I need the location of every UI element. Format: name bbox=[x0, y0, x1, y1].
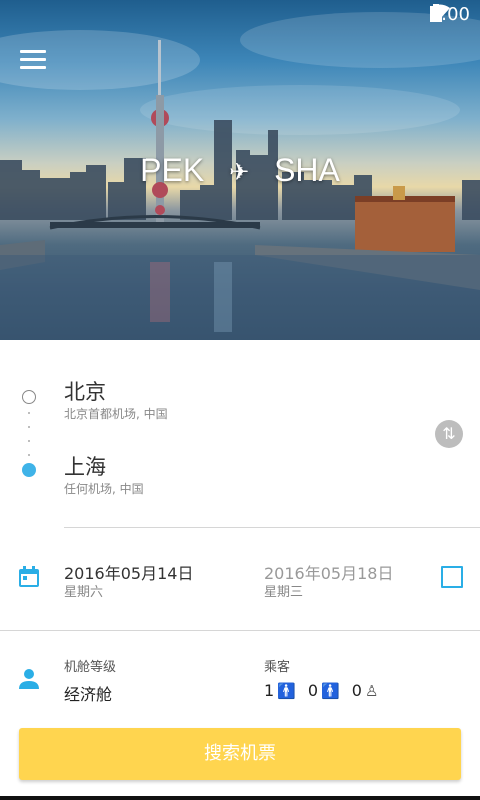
infant-count: 0 bbox=[351, 681, 362, 700]
return-checkbox[interactable] bbox=[441, 566, 463, 588]
adult-count: 1 bbox=[264, 681, 275, 700]
cabin-label: 机舱等级 bbox=[64, 660, 117, 675]
passenger-counts[interactable]: 1 🚹 0 🚹 0 ♙ bbox=[264, 681, 390, 700]
origin-city[interactable]: 北京 bbox=[64, 376, 106, 406]
depart-weekday: 星期六 bbox=[64, 585, 104, 600]
status-bar: 6:00 bbox=[0, 0, 480, 32]
divider bbox=[0, 630, 480, 631]
route-title: PEK ✈ SHA bbox=[0, 152, 480, 189]
passengers-label: 乘客 bbox=[264, 660, 291, 675]
battery-icon bbox=[429, 4, 442, 22]
cabin-value[interactable]: 经济舱 bbox=[64, 681, 112, 705]
search-flights-button[interactable]: 搜索机票 bbox=[19, 728, 461, 780]
plane-icon: ✈ bbox=[229, 159, 250, 187]
origin-dot-icon bbox=[22, 390, 36, 404]
destination-code: SHA bbox=[274, 152, 340, 188]
person-icon bbox=[19, 669, 39, 689]
swap-icon[interactable]: ⇅ bbox=[435, 420, 463, 448]
return-weekday: 星期三 bbox=[264, 585, 304, 600]
infant-icon: ♙ bbox=[364, 681, 379, 700]
hero-banner: 6:00 PEK ✈ SHA bbox=[0, 0, 480, 340]
origin-airport: 北京首都机场, 中国 bbox=[64, 407, 168, 421]
hamburger-menu-icon[interactable] bbox=[20, 50, 46, 72]
timeline-dot bbox=[28, 412, 30, 414]
calendar-icon bbox=[19, 566, 39, 587]
child-icon: 🚹 bbox=[321, 681, 340, 700]
adult-icon: 🚹 bbox=[277, 681, 296, 700]
destination-dot-icon bbox=[22, 463, 36, 477]
origin-code: PEK bbox=[140, 152, 205, 188]
timeline-dot bbox=[28, 440, 30, 442]
child-count: 0 bbox=[307, 681, 319, 700]
destination-airport: 任何机场, 中国 bbox=[64, 482, 144, 496]
divider bbox=[64, 527, 480, 528]
navigation-bar bbox=[0, 796, 480, 800]
timeline-dot bbox=[28, 426, 30, 428]
destination-city[interactable]: 上海 bbox=[64, 451, 106, 481]
timeline-dot bbox=[28, 454, 30, 456]
